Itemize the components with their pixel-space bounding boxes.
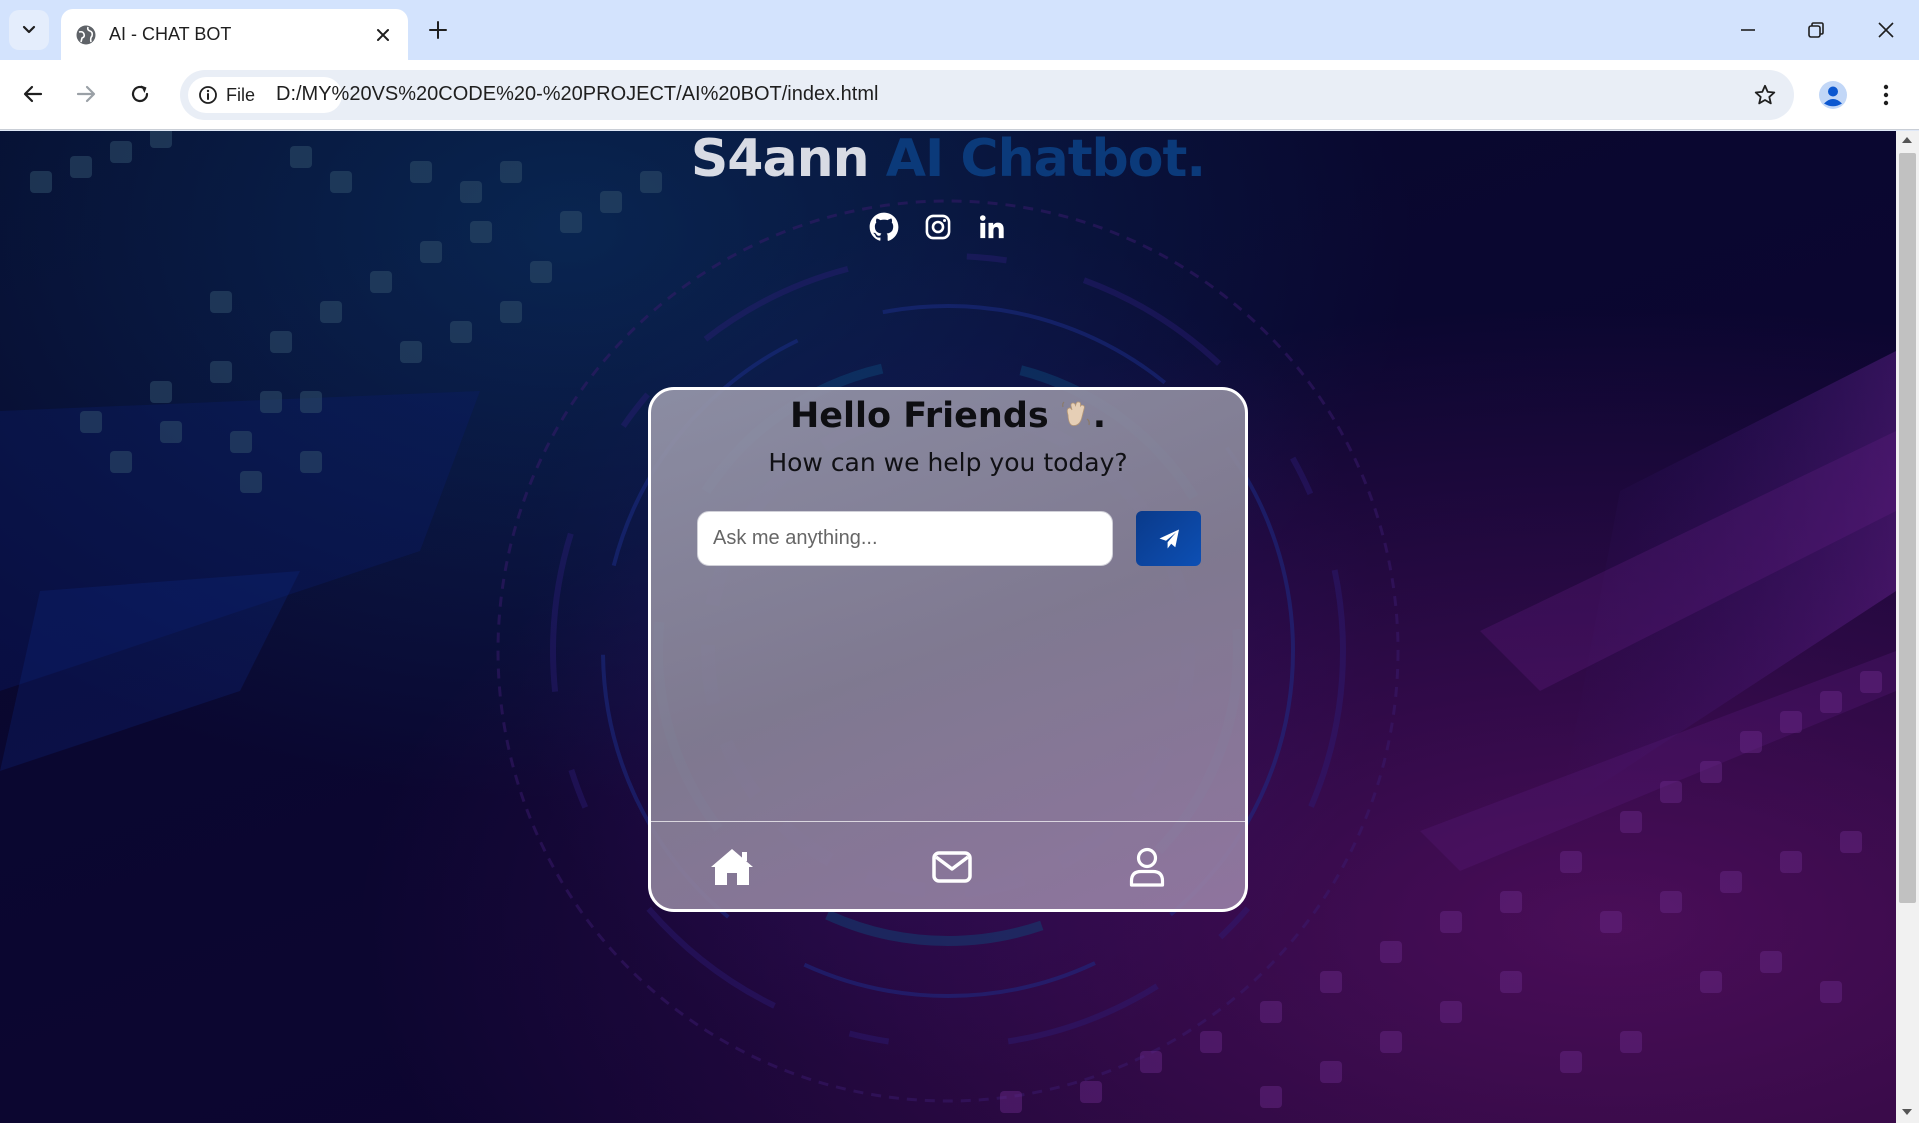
instagram-icon	[925, 214, 951, 240]
greeting-text: Hello Friends	[789, 396, 1049, 436]
github-link[interactable]	[868, 211, 900, 243]
browser-tab[interactable]: AI - CHAT BOT	[61, 9, 408, 60]
mail-button[interactable]	[927, 842, 977, 892]
instagram-link[interactable]	[922, 211, 954, 243]
close-icon	[377, 28, 389, 41]
mail-icon	[932, 851, 972, 883]
reload-icon	[131, 85, 149, 103]
forward-button[interactable]	[66, 74, 106, 114]
new-tab-button[interactable]	[418, 12, 458, 48]
restore-button[interactable]	[1788, 6, 1844, 54]
tab-title: AI - CHAT BOT	[109, 24, 232, 44]
home-icon	[711, 849, 753, 885]
waving-hand-icon	[1061, 401, 1090, 426]
github-icon	[869, 212, 899, 241]
chevron-down-icon	[22, 25, 36, 34]
greeting-suffix: .	[1092, 396, 1107, 436]
greeting-title: Hello Friends.	[651, 396, 1245, 436]
social-links	[868, 209, 1008, 245]
page-scrollbar[interactable]	[1896, 131, 1919, 1123]
scrollbar-thumb[interactable]	[1899, 153, 1916, 903]
paper-plane-icon	[1159, 529, 1179, 548]
scroll-down-arrow-icon[interactable]	[1902, 1109, 1912, 1115]
brand-title: S4ann AI Chatbot.	[0, 131, 1896, 189]
restore-icon	[1808, 22, 1824, 38]
profile-icon	[1819, 81, 1847, 109]
scroll-up-arrow-icon[interactable]	[1902, 137, 1912, 143]
page-viewport: S4ann AI Chatbot. Hello Friends. How can…	[0, 131, 1896, 1123]
close-window-button[interactable]	[1858, 6, 1914, 54]
site-info-label: File	[226, 84, 256, 105]
brand-name: S4ann	[690, 131, 870, 189]
back-button[interactable]	[13, 74, 53, 114]
address-bar[interactable]: File D:/MY%20VS%20CODE%20-%20PROJECT/AI%…	[180, 70, 1794, 120]
home-button[interactable]	[707, 842, 757, 892]
url-text[interactable]: D:/MY%20VS%20CODE%20-%20PROJECT/AI%20BOT…	[276, 83, 878, 106]
back-icon	[23, 85, 43, 103]
forward-icon	[76, 85, 96, 103]
tab-strip: AI - CHAT BOT	[0, 0, 1919, 60]
bookmark-button[interactable]	[1747, 77, 1783, 113]
linkedin-link[interactable]	[976, 211, 1008, 243]
close-icon	[1878, 22, 1894, 38]
plus-icon	[429, 21, 447, 39]
brand-tagline: AI Chatbot.	[885, 131, 1206, 189]
tab-close-button[interactable]	[368, 20, 398, 50]
more-vert-icon	[1883, 84, 1889, 106]
chat-input[interactable]	[697, 511, 1113, 566]
tab-search-button[interactable]	[9, 10, 49, 50]
send-button[interactable]	[1136, 511, 1201, 566]
profile-button[interactable]	[1812, 74, 1854, 116]
star-icon	[1754, 84, 1776, 105]
minimize-icon	[1741, 29, 1755, 31]
card-bottom-nav	[651, 822, 1245, 909]
chat-card: Hello Friends. How can we help you today…	[648, 387, 1248, 912]
globe-icon	[76, 25, 96, 44]
info-icon	[199, 86, 217, 104]
linkedin-icon	[979, 215, 1004, 239]
browser-toolbar: File D:/MY%20VS%20CODE%20-%20PROJECT/AI%…	[0, 60, 1919, 130]
user-icon	[1129, 847, 1165, 887]
browser-menu-button[interactable]	[1868, 74, 1904, 116]
profile-nav-button[interactable]	[1122, 842, 1172, 892]
greeting-subtitle: How can we help you today?	[768, 448, 1128, 477]
minimize-button[interactable]	[1720, 6, 1776, 54]
reload-button[interactable]	[120, 74, 160, 114]
